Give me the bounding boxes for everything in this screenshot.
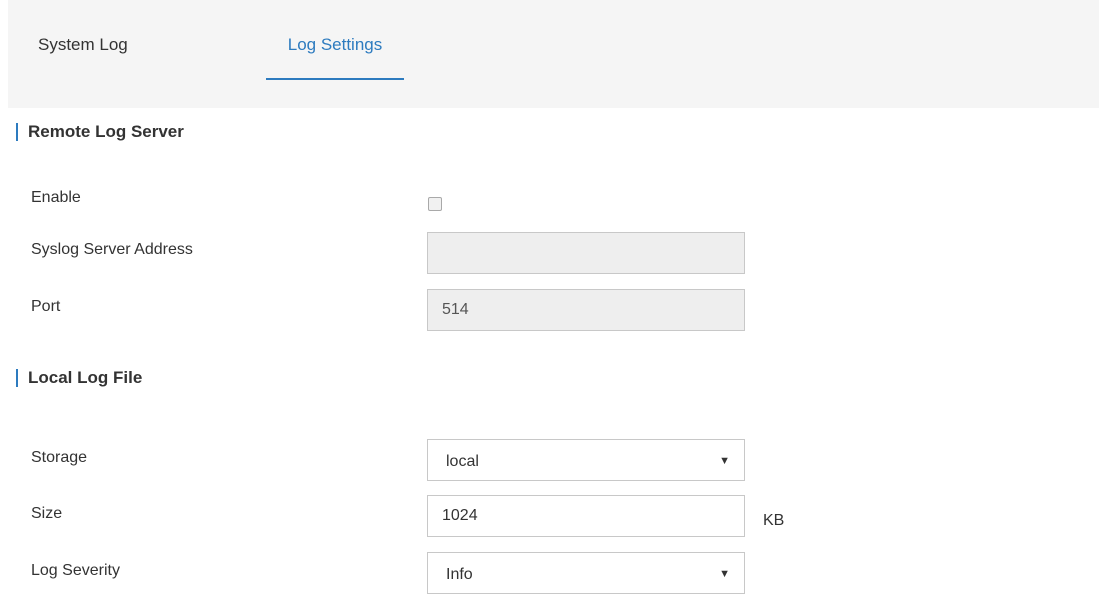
- storage-select[interactable]: local ▼: [427, 439, 745, 481]
- syslog-server-address-label: Syslog Server Address: [31, 241, 193, 258]
- dropdown-arrow-icon: ▼: [719, 455, 730, 467]
- tab-system-log[interactable]: System Log: [38, 0, 128, 80]
- storage-selected-value: local: [446, 453, 479, 470]
- enable-checkbox[interactable]: [428, 197, 442, 211]
- log-severity-select[interactable]: Info ▼: [427, 552, 745, 594]
- port-input[interactable]: [427, 289, 745, 331]
- active-tab-indicator: [266, 78, 404, 80]
- section-title-local-log-file: Local Log File: [16, 369, 142, 387]
- size-unit-label: KB: [763, 512, 785, 529]
- dropdown-arrow-icon: ▼: [719, 568, 730, 580]
- syslog-server-address-input[interactable]: [427, 232, 745, 274]
- size-input[interactable]: [427, 495, 745, 537]
- enable-label: Enable: [31, 189, 81, 206]
- size-label: Size: [31, 505, 63, 522]
- log-severity-selected-value: Info: [446, 566, 473, 583]
- log-severity-label: Log Severity: [31, 562, 120, 579]
- port-label: Port: [31, 298, 61, 315]
- tab-bar: System Log Log Settings: [8, 0, 1099, 108]
- storage-label: Storage: [31, 449, 88, 466]
- tab-log-settings[interactable]: Log Settings: [266, 0, 404, 80]
- section-title-remote-log-server: Remote Log Server: [16, 123, 184, 141]
